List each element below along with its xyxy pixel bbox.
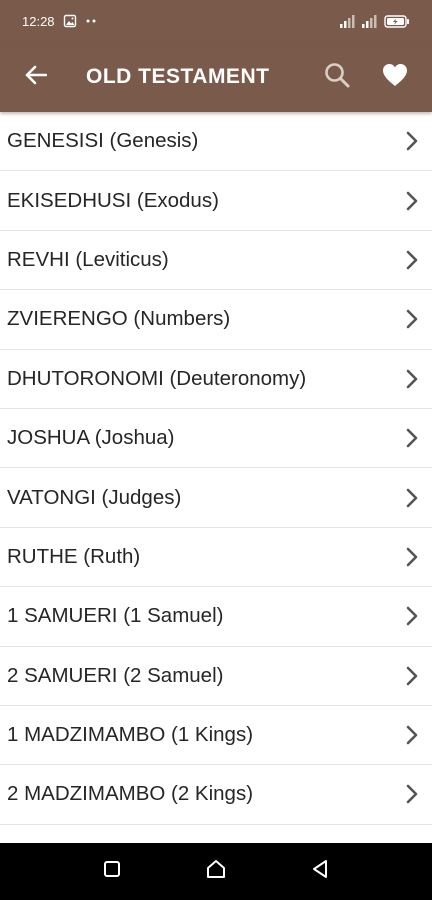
book-label: RUTHE (Ruth) — [7, 544, 141, 568]
book-label: DHUTORONOMI (Deuteronomy) — [7, 366, 307, 390]
list-item[interactable]: EKISEDHUSI (Exodus) — [0, 171, 432, 231]
chevron-right-icon — [402, 723, 422, 747]
chevron-right-icon — [402, 664, 422, 688]
book-label: EKISEDHUSI (Exodus) — [7, 188, 219, 212]
home-button[interactable] — [186, 843, 246, 900]
app-bar: OLD TESTAMENT — [0, 42, 432, 112]
chevron-right-icon — [402, 782, 422, 806]
signal-icon — [340, 14, 356, 28]
recents-square-icon — [103, 860, 121, 883]
page-title: OLD TESTAMENT — [86, 65, 270, 88]
status-left: 12:28 — [22, 14, 99, 29]
list-item[interactable]: DHUTORONOMI (Deuteronomy) — [0, 350, 432, 409]
back-button[interactable] — [0, 42, 72, 112]
navigation-bar — [0, 843, 432, 900]
list-item[interactable]: RUTHE (Ruth) — [0, 528, 432, 588]
chevron-right-icon — [402, 189, 422, 213]
chevron-right-icon — [402, 426, 422, 450]
list-item[interactable]: 2 SAMUERI (2 Samuel) — [0, 647, 432, 706]
back-triangle-icon — [311, 859, 329, 884]
chevron-right-icon — [402, 545, 422, 569]
list-item[interactable]: JOSHUA (Joshua) — [0, 409, 432, 469]
book-label: GENESISI (Genesis) — [7, 129, 199, 153]
arrow-left-icon — [25, 65, 48, 90]
list-item[interactable]: 1 MADZIMAMBO (1 Kings) — [0, 706, 432, 766]
image-icon — [63, 14, 77, 28]
chevron-right-icon — [402, 604, 422, 628]
list-item[interactable]: ZVIERENGO (Numbers) — [0, 290, 432, 350]
heart-icon — [382, 63, 408, 92]
status-time: 12:28 — [22, 13, 55, 29]
chevron-right-icon — [402, 248, 422, 272]
book-label: 2 SAMUERI (2 Samuel) — [7, 663, 224, 687]
back-nav-button[interactable] — [290, 843, 350, 900]
book-list: GENESISI (Genesis) EKISEDHUSI (Exodus) REV… — [0, 112, 432, 843]
recents-button[interactable] — [82, 843, 142, 900]
status-right — [340, 14, 410, 28]
list-item[interactable]: 2 MADZIMAMBO (2 Kings) — [0, 765, 432, 825]
status-bar: 12:28 — [0, 0, 432, 42]
book-label: JOSHUA (Joshua) — [7, 426, 175, 450]
book-label: REVHI (Leviticus) — [7, 247, 169, 271]
battery-charging-icon — [384, 14, 410, 28]
signal-icon-2 — [362, 14, 378, 28]
book-label: 2 MADZIMAMBO (2 Kings) — [7, 782, 254, 806]
list-item[interactable]: VATONGI (Judges) — [0, 468, 432, 528]
home-icon — [205, 859, 227, 884]
chevron-right-icon — [402, 486, 422, 510]
list-item[interactable]: REVHI (Leviticus) — [0, 231, 432, 291]
list-item[interactable]: 1 SAMUERI (1 Samuel) — [0, 587, 432, 647]
more-dots-icon — [85, 18, 99, 24]
book-label: 1 SAMUERI (1 Samuel) — [7, 604, 224, 628]
book-label: ZVIERENGO (Numbers) — [7, 307, 231, 331]
book-label: 1 MADZIMAMBO (1 Kings) — [7, 723, 254, 747]
favorite-button[interactable] — [366, 42, 424, 112]
book-label: VATONGI (Judges) — [7, 485, 182, 509]
search-icon — [323, 61, 351, 94]
chevron-right-icon — [402, 367, 422, 391]
search-button[interactable] — [308, 42, 366, 112]
chevron-right-icon — [402, 307, 422, 331]
chevron-right-icon — [402, 129, 422, 153]
list-item[interactable]: GENESISI (Genesis) — [0, 112, 432, 172]
